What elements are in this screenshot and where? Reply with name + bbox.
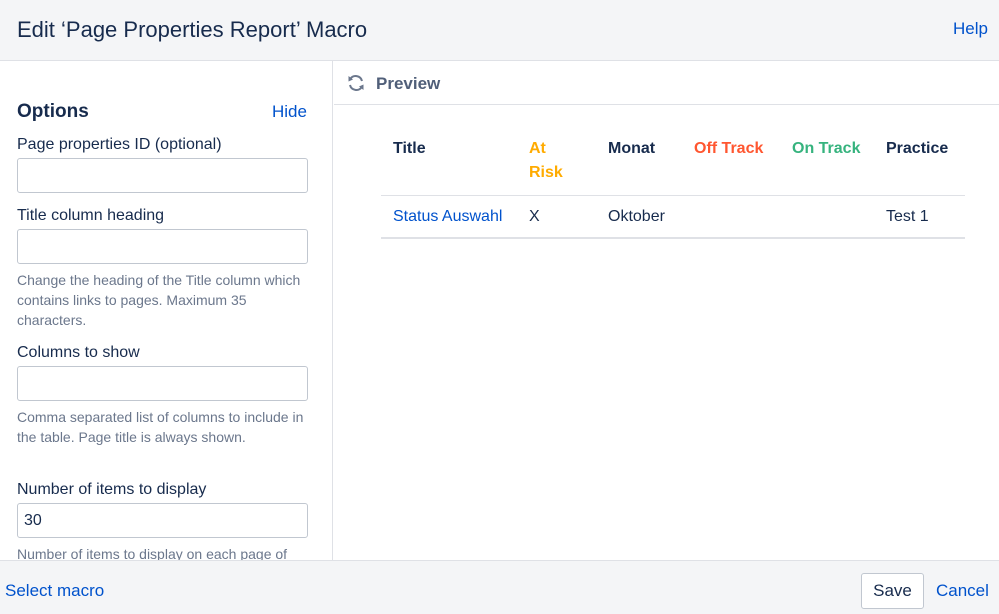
- cancel-link[interactable]: Cancel: [936, 581, 989, 601]
- table-cell-title: Status Auswahl: [381, 195, 517, 239]
- columns-to-show-input[interactable]: [17, 366, 308, 401]
- preview-table: Title At Risk Monat Off Track On Track P…: [381, 133, 965, 239]
- column-header: Practice: [874, 133, 965, 196]
- table-cell-at-risk: X: [517, 195, 596, 239]
- dialog-footer: Select macro Save Cancel: [0, 560, 999, 614]
- items-to-display-input[interactable]: [17, 503, 308, 538]
- table-cell-off-track: [682, 195, 780, 239]
- columns-to-show-label: Columns to show: [17, 344, 140, 361]
- table-cell-on-track: [780, 195, 874, 239]
- items-to-display-label: Number of items to display: [17, 481, 207, 498]
- help-link[interactable]: Help: [953, 19, 988, 39]
- items-to-display-hint: Number of items to display on each page …: [17, 546, 288, 560]
- refresh-icon[interactable]: [346, 73, 366, 93]
- preview-table-wrap: Title At Risk Monat Off Track On Track P…: [381, 133, 965, 239]
- column-header: Off Track: [682, 133, 780, 196]
- dialog-header: Edit ‘Page Properties Report’ Macro Help: [0, 0, 999, 61]
- table-cell-monat: Oktober: [596, 195, 682, 239]
- hide-options-link[interactable]: Hide: [272, 102, 307, 122]
- preview-bar: Preview: [334, 61, 999, 105]
- column-header: Title: [381, 133, 517, 196]
- table-cell-practice: Test 1: [874, 195, 965, 239]
- page-link[interactable]: Status Auswahl: [393, 208, 502, 225]
- column-header: At Risk: [517, 133, 596, 196]
- title-column-heading-hint: Change the heading of the Title column w…: [17, 272, 301, 328]
- table-row: Status Auswahl X Oktober Test 1: [381, 195, 965, 239]
- page-properties-id-input[interactable]: [17, 158, 308, 193]
- options-heading: Options: [17, 101, 89, 122]
- title-column-heading-input[interactable]: [17, 229, 308, 264]
- column-header: Monat: [596, 133, 682, 196]
- preview-label: Preview: [376, 74, 441, 93]
- page-properties-id-label: Page properties ID (optional): [17, 136, 222, 153]
- title-column-heading-label: Title column heading: [17, 207, 165, 224]
- dialog-title: Edit ‘Page Properties Report’ Macro: [17, 17, 368, 42]
- columns-to-show-hint: Comma separated list of columns to inclu…: [17, 409, 304, 445]
- save-button[interactable]: Save: [861, 573, 924, 609]
- table-header-row: Title At Risk Monat Off Track On Track P…: [381, 133, 965, 196]
- options-panel: Options Hide Page properties ID (optiona…: [0, 61, 333, 560]
- select-macro-link[interactable]: Select macro: [5, 581, 104, 601]
- column-header: On Track: [780, 133, 874, 196]
